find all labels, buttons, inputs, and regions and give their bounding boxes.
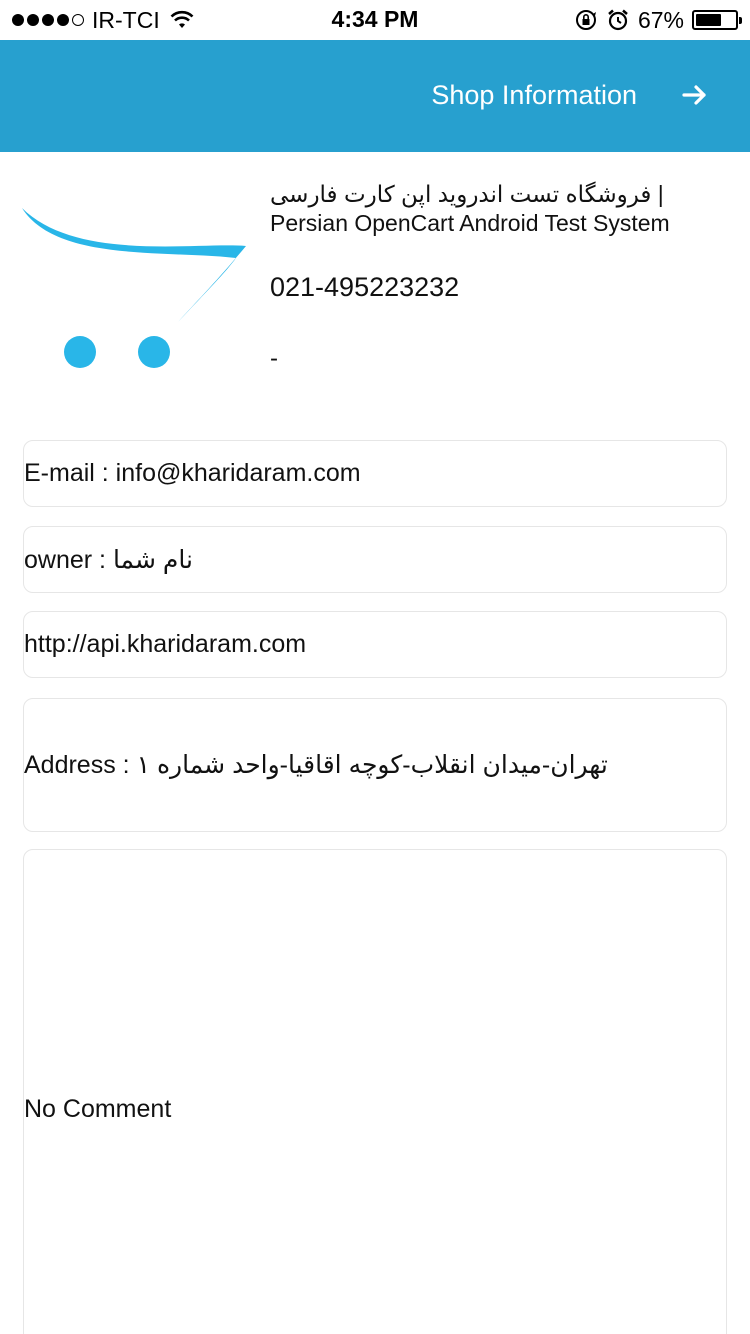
comment-text: No Comment: [24, 1094, 172, 1123]
opencart-logo-icon: [22, 208, 246, 368]
comment-card: No Comment: [23, 849, 727, 1334]
rotation-lock-icon: [575, 10, 596, 30]
shop-phone[interactable]: 021-495223232: [270, 272, 740, 303]
shop-fax: -: [270, 345, 278, 372]
status-bar: IR-TCI 4:34 PM 67%: [0, 0, 750, 40]
battery-icon: [692, 10, 742, 30]
shop-name: فروشگاه تست اندروید اپن کارت فارسی | Per…: [270, 181, 670, 236]
nav-header: Shop Information: [0, 40, 750, 152]
page-title: Shop Information: [431, 80, 637, 110]
owner-card: owner : نام شما: [23, 526, 727, 593]
status-right: 67%: [574, 6, 742, 34]
shop-header-info: فروشگاه تست اندروید اپن کارت فارسی | Per…: [270, 180, 740, 373]
address-text: Address : تهران-میدان انقلاب-کوچه اقاقیا…: [24, 751, 608, 779]
shop-info-content: فروشگاه تست اندروید اپن کارت فارسی | Per…: [0, 152, 750, 1334]
alarm-icon: [608, 9, 628, 31]
arrow-right-icon[interactable]: [680, 80, 710, 110]
website-text: http://api.kharidaram.com: [24, 630, 307, 658]
battery-percent: 67%: [637, 6, 684, 33]
website-card[interactable]: http://api.kharidaram.com: [23, 611, 727, 678]
address-card: Address : تهران-میدان انقلاب-کوچه اقاقیا…: [23, 698, 727, 832]
owner-text: owner : نام شما: [24, 545, 193, 574]
email-card[interactable]: E-mail : info@kharidaram.com: [23, 440, 727, 507]
email-text: E-mail : info@kharidaram.com: [24, 459, 361, 487]
